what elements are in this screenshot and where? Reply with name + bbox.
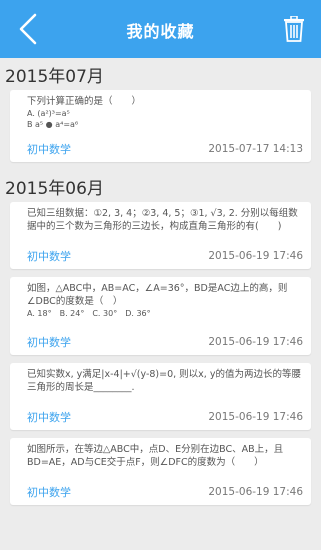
- question-text: 已知实数x, y满足|x-4|+√(y-8)=0, 则以x, y的值为两边长的等…: [27, 369, 301, 393]
- trash-icon: [284, 16, 304, 42]
- question-text: 下列计算正确的是（ ）: [27, 96, 142, 107]
- subject-label: 初中数学: [27, 411, 71, 424]
- question-text: 已知三组数据：①2, 3, 4；②3, 4, 5；③1, √3, 2. 分别以每…: [27, 208, 298, 232]
- top-bar: 我的收藏: [0, 0, 321, 58]
- favorites-list[interactable]: 2015年07月 下列计算正确的是（ ） A. (a²)³=a⁵ B a⁵ ● …: [0, 58, 321, 550]
- subject-label: 初中数学: [27, 486, 71, 499]
- month-header: 2015年06月: [5, 178, 104, 199]
- favorite-card[interactable]: 如图所示，在等边△ABC中，点D、E分别在边BC、AB上，且BD=AE，AD与C…: [10, 438, 311, 505]
- favorite-date: 2015-06-19 17:46: [208, 336, 303, 348]
- question-option: A. 18° B. 24° C. 30° D. 36°: [27, 309, 151, 318]
- delete-button[interactable]: [277, 12, 311, 46]
- month-header: 2015年07月: [5, 66, 104, 87]
- question-text: 如图所示，在等边△ABC中，点D、E分别在边BC、AB上，且BD=AE，AD与C…: [27, 444, 284, 468]
- favorite-card[interactable]: 下列计算正确的是（ ） A. (a²)³=a⁵ B a⁵ ● a⁴=a⁶ 初中数…: [10, 90, 311, 162]
- question-option: A. (a²)³=a⁵: [27, 109, 70, 118]
- favorite-date: 2015-06-19 17:46: [208, 411, 303, 423]
- question-option: B a⁵ ● a⁴=a⁶: [27, 120, 79, 129]
- favorite-card[interactable]: 已知三组数据：①2, 3, 4；②3, 4, 5；③1, √3, 2. 分别以每…: [10, 202, 311, 269]
- favorite-card[interactable]: 如图，△ABC中，AB=AC，∠A=36°，BD是AC边上的高，则∠DBC的度数…: [10, 277, 311, 355]
- favorite-date: 2015-07-17 14:13: [208, 143, 303, 155]
- page-title: 我的收藏: [126, 22, 195, 41]
- subject-label: 初中数学: [27, 336, 71, 349]
- question-text: 如图，△ABC中，AB=AC，∠A=36°，BD是AC边上的高，则∠DBC的度数…: [27, 283, 288, 307]
- subject-label: 初中数学: [27, 143, 71, 156]
- subject-label: 初中数学: [27, 250, 71, 263]
- favorite-date: 2015-06-19 17:46: [208, 250, 303, 262]
- favorite-card[interactable]: 已知实数x, y满足|x-4|+√(y-8)=0, 则以x, y的值为两边长的等…: [10, 363, 311, 430]
- favorite-date: 2015-06-19 17:46: [208, 486, 303, 498]
